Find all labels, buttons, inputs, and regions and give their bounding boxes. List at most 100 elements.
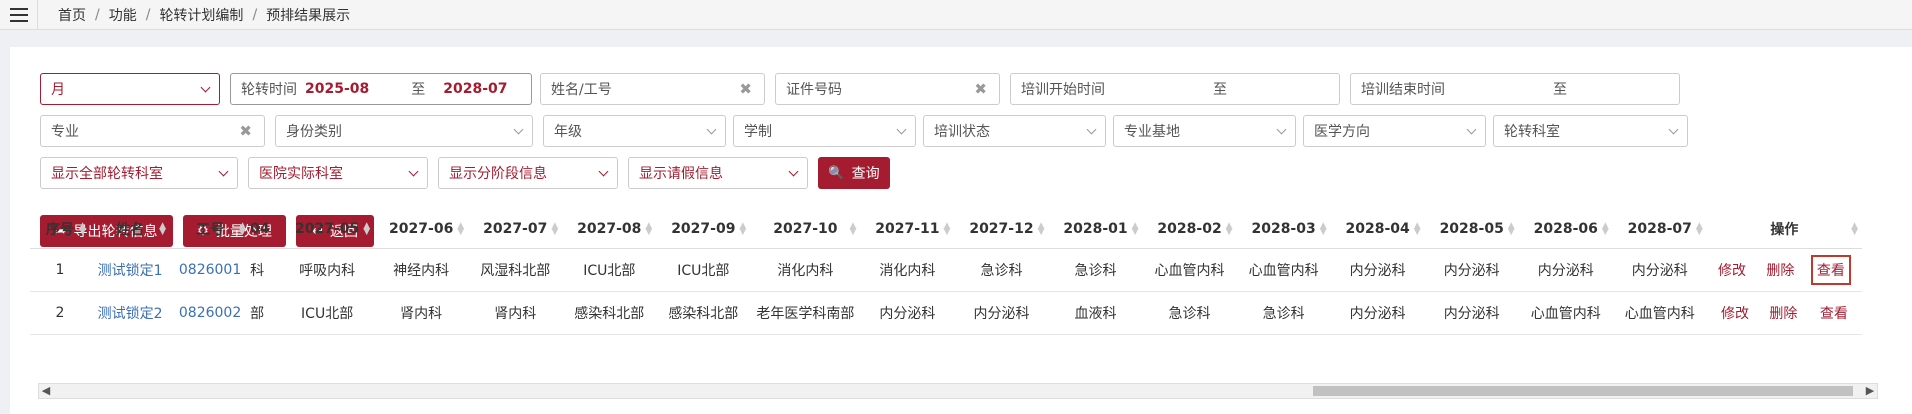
major-base-select[interactable]: 专业基地	[1113, 115, 1296, 147]
chevron-down-icon	[896, 124, 907, 135]
col-header[interactable]: 2028-06 ▲ ▼	[1518, 210, 1613, 249]
col-header[interactable]: 2027-07 ▲ ▼	[468, 210, 563, 249]
training-end-range[interactable]: 培训结束时间 至	[1350, 73, 1680, 105]
table-cell: ICU北部	[280, 291, 375, 335]
delete-link[interactable]: 删除	[1766, 263, 1794, 279]
query-button[interactable]: 🔍 查询	[818, 157, 890, 189]
horizontal-scrollbar[interactable]: ◀ ▶	[38, 383, 1878, 399]
rotation-dept-placeholder: 轮转科室	[1504, 124, 1560, 140]
employee-id-link[interactable]: 0826002	[170, 291, 251, 335]
delete-link[interactable]: 删除	[1769, 306, 1797, 322]
grade-placeholder: 年级	[554, 124, 582, 140]
employee-id-link[interactable]: 0826001	[170, 248, 251, 292]
system-select[interactable]: 学制	[733, 115, 916, 147]
chevron-down-icon	[1276, 124, 1287, 135]
name-id-input[interactable]: 姓名/工号 ✖	[540, 73, 765, 105]
table-cell: 急诊科	[954, 248, 1049, 292]
top-bar: 首页 / 功能 / 轮转计划编制 / 预排结果展示	[0, 0, 1912, 30]
breadcrumb-home[interactable]: 首页	[58, 5, 86, 25]
edit-link[interactable]: 修改	[1718, 263, 1746, 279]
major-placeholder: 专业	[51, 124, 79, 140]
col-header[interactable]: 序号 ▲ ▼	[30, 210, 91, 249]
rotation-time-range[interactable]: 轮转时间 2025-08 至 2028-07	[230, 73, 532, 105]
col-header[interactable]: 2027-10 ▲ ▼	[750, 210, 861, 249]
table-cell: 内分泌科	[1330, 291, 1425, 335]
table-cell: 内分泌科	[1612, 248, 1707, 292]
period-select-value: 月	[51, 82, 65, 98]
breadcrumb-function[interactable]: 功能	[109, 5, 137, 25]
col-header[interactable]: 2028-04 ▲ ▼	[1330, 210, 1425, 249]
table-cell: 心血管内科	[1518, 291, 1613, 335]
col-header[interactable]: 2028-03 ▲ ▼	[1236, 210, 1331, 249]
col-header[interactable]: 2028-07 ▲ ▼	[1612, 210, 1707, 249]
table-cell: 感染科北部	[656, 291, 751, 335]
table-cell: 内分泌科	[1518, 248, 1613, 292]
table-cell: 神经内科	[374, 248, 469, 292]
actions-cell: 修改 删除 查看	[1706, 248, 1862, 292]
clear-icon[interactable]: ✖	[974, 80, 987, 98]
identity-select[interactable]: 身份类别	[275, 115, 533, 147]
table-cell: 风湿科北部	[468, 248, 563, 292]
period-select[interactable]: 月	[40, 73, 220, 105]
show-all-depts-select[interactable]: 显示全部轮转科室	[40, 157, 238, 189]
major-base-placeholder: 专业基地	[1124, 124, 1180, 140]
rotation-dept-select[interactable]: 轮转科室	[1493, 115, 1688, 147]
view-link[interactable]: 查看	[1810, 254, 1851, 285]
col-header[interactable]: 姓名 ▲ ▼	[90, 210, 171, 249]
col-header[interactable]: 2027-05 ▲ ▼	[280, 210, 375, 249]
cert-number-input[interactable]: 证件号码 ✖	[775, 73, 1000, 105]
table-cell: 老年医学科南部	[750, 291, 861, 335]
table-cell: 部	[250, 291, 281, 335]
table-cell: 消化内科	[750, 248, 861, 292]
col-header[interactable]: 2027-09 ▲ ▼	[656, 210, 751, 249]
col-header[interactable]: 工号 ▲ ▼	[170, 210, 251, 249]
training-status-select[interactable]: 培训状态	[923, 115, 1106, 147]
training-start-label: 培训开始时间	[1021, 82, 1105, 98]
grade-select[interactable]: 年级	[543, 115, 726, 147]
col-header[interactable]: 2028-01 ▲ ▼	[1048, 210, 1143, 249]
table-cell: 心血管内科	[1236, 248, 1331, 292]
table-cell: 急诊科	[1142, 291, 1237, 335]
col-header[interactable]: 04	[250, 210, 281, 249]
show-leave-select[interactable]: 显示请假信息	[628, 157, 808, 189]
table-row: 1 测试锁定1 0826001 科 呼吸内科 神经内科 风湿科北部 ICU北部 …	[30, 248, 1862, 292]
scrollbar-thumb[interactable]	[1313, 386, 1853, 396]
rotation-start-input[interactable]: 2025-08	[305, 81, 369, 97]
scroll-right-icon[interactable]: ▶	[1863, 384, 1877, 398]
table-cell: 血液科	[1048, 291, 1143, 335]
col-header[interactable]: 2028-05 ▲ ▼	[1424, 210, 1519, 249]
col-header[interactable]: 操作 ▲ ▼	[1706, 210, 1862, 249]
menu-toggle-icon[interactable]	[0, 0, 38, 30]
chevron-down-icon	[513, 124, 524, 135]
trainee-name-link[interactable]: 测试锁定2	[90, 291, 171, 335]
medical-direction-select[interactable]: 医学方向	[1303, 115, 1486, 147]
scroll-left-icon[interactable]: ◀	[39, 384, 53, 398]
rotation-end-input[interactable]: 2028-07	[443, 81, 507, 97]
edit-link[interactable]: 修改	[1721, 306, 1749, 322]
show-stage-select[interactable]: 显示分阶段信息	[438, 157, 618, 189]
chevron-down-icon	[218, 166, 229, 177]
col-header[interactable]: 2028-02 ▲ ▼	[1142, 210, 1237, 249]
table-cell: 内分泌科	[1330, 248, 1425, 292]
col-header[interactable]: 2027-08 ▲ ▼	[562, 210, 657, 249]
clear-icon[interactable]: ✖	[739, 80, 752, 98]
col-header[interactable]: 2027-11 ▲ ▼	[860, 210, 955, 249]
table-cell: 肾内科	[468, 291, 563, 335]
hospital-dept-value: 医院实际科室	[259, 166, 343, 182]
chevron-down-icon	[408, 166, 419, 177]
table-cell: 急诊科	[1236, 291, 1331, 335]
breadcrumb-rotation-plan[interactable]: 轮转计划编制	[159, 5, 243, 25]
trainee-name-link[interactable]: 测试锁定1	[90, 248, 171, 292]
hospital-dept-select[interactable]: 医院实际科室	[248, 157, 428, 189]
view-link[interactable]: 查看	[1820, 306, 1848, 322]
show-all-depts-value: 显示全部轮转科室	[51, 166, 163, 182]
col-header[interactable]: 2027-12 ▲ ▼	[954, 210, 1049, 249]
medical-direction-placeholder: 医学方向	[1314, 124, 1370, 140]
clear-icon[interactable]: ✖	[239, 122, 252, 140]
name-id-placeholder: 姓名/工号	[551, 82, 612, 98]
col-header[interactable]: 2027-06 ▲ ▼	[374, 210, 469, 249]
major-input[interactable]: 专业 ✖	[40, 115, 265, 147]
table-cell: 心血管内科	[1612, 291, 1707, 335]
actions-cell: 修改 删除 查看	[1706, 291, 1862, 335]
training-start-range[interactable]: 培训开始时间 至	[1010, 73, 1340, 105]
